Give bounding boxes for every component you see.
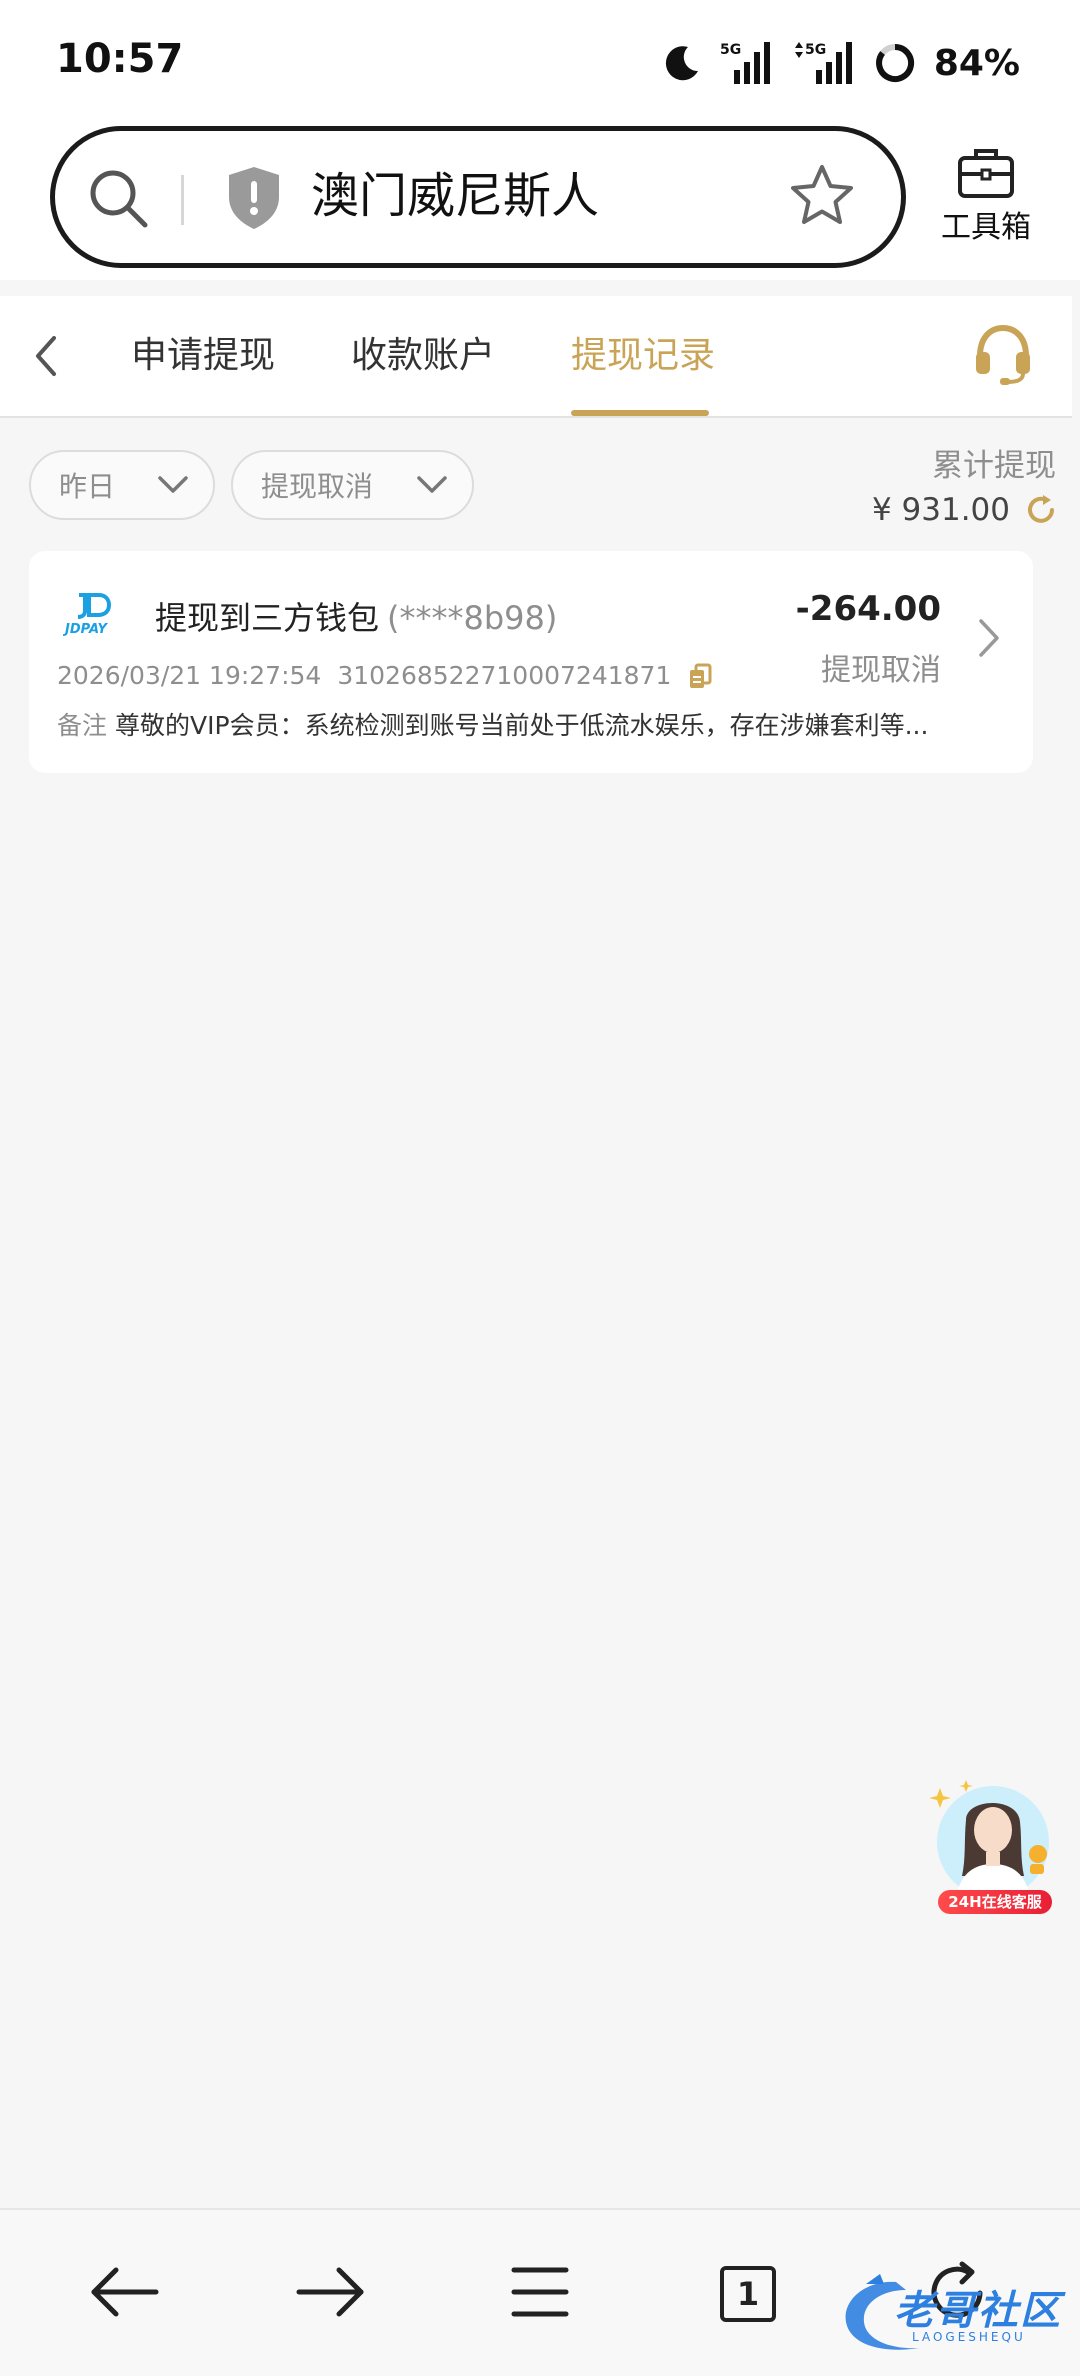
- toolbox-icon: [958, 149, 1014, 198]
- record-amount: -264.00: [795, 589, 941, 629]
- chevron-down-icon: [158, 476, 188, 493]
- bookmark-star-icon[interactable]: [787, 161, 857, 231]
- status-bar: 10:57 5G 5G 84%: [0, 0, 1080, 126]
- moon-icon: [665, 46, 698, 81]
- svg-text:5G: 5G: [720, 42, 741, 58]
- customer-service-avatar: [929, 1780, 1049, 1898]
- record-title-text: 提现到三方钱包: [155, 599, 380, 637]
- watermark: 老哥社区 LAOGESHEQU: [836, 2270, 1060, 2360]
- copy-icon[interactable]: [687, 662, 713, 690]
- tab-bar: 申请提现 收款账户 提现记录: [0, 296, 1072, 418]
- record-note: 备注 尊敬的VIP会员：系统检测到账号当前处于低流水娱乐，存在涉嫌套利等...: [57, 706, 977, 742]
- battery-ring-icon: [875, 43, 914, 82]
- forward-arrow-icon[interactable]: [295, 2260, 367, 2324]
- shield-warning-icon[interactable]: [225, 165, 283, 231]
- record-note-text: 尊敬的VIP会员：系统检测到账号当前处于低流水娱乐，存在涉嫌套利等...: [115, 711, 929, 740]
- tab-withdraw-records[interactable]: 提现记录: [571, 326, 715, 378]
- browser-bar: 澳门威尼斯人 工具箱: [0, 126, 1080, 280]
- jdpay-logo: JDPAY: [63, 593, 112, 637]
- total-withdraw-row: ¥ 931.00: [872, 490, 1058, 530]
- search-icon[interactable]: [85, 165, 151, 231]
- watermark-text: 老哥社区: [894, 2288, 1062, 2334]
- record-account: (****8b98): [387, 599, 558, 637]
- record-note-label: 备注: [57, 711, 108, 740]
- watermark-subtext: LAOGESHEQU: [912, 2330, 1026, 2344]
- chevron-right-icon[interactable]: [975, 615, 1003, 661]
- address-bar[interactable]: 澳门威尼斯人: [50, 126, 906, 268]
- status-time: 10:57: [56, 36, 184, 82]
- back-chevron-icon[interactable]: [28, 328, 64, 384]
- refresh-icon[interactable]: [1024, 493, 1058, 527]
- svg-text:JDPAY: JDPAY: [63, 622, 109, 637]
- withdraw-record-card[interactable]: JDPAY 提现到三方钱包 (****8b98) -264.00 提现取消 202…: [29, 551, 1033, 773]
- toolbox-button[interactable]: 工具箱: [936, 146, 1036, 246]
- total-withdraw-amount: ¥ 931.00: [871, 492, 1010, 528]
- svg-text:5G: 5G: [805, 42, 826, 58]
- total-withdraw-label: 累计提现: [932, 448, 1056, 484]
- record-status: 提现取消: [821, 653, 941, 688]
- address-text[interactable]: 澳门威尼斯人: [311, 165, 599, 227]
- tabs-count-button[interactable]: 1: [720, 2266, 776, 2322]
- record-datetime: 2026/03/21 19:27:54: [57, 661, 322, 690]
- tab-apply-withdraw[interactable]: 申请提现: [131, 326, 275, 378]
- date-filter-value: 昨日: [59, 470, 116, 503]
- signal-5g-2-icon: 5G: [794, 42, 852, 84]
- back-arrow-icon[interactable]: [88, 2260, 160, 2324]
- status-filter-value: 提现取消: [261, 470, 374, 503]
- headset-icon[interactable]: [970, 320, 1036, 386]
- tab-payment-account[interactable]: 收款账户: [351, 326, 495, 378]
- status-icons: 5G 5G 84%: [662, 38, 1020, 88]
- chevron-down-icon: [417, 476, 447, 493]
- battery-level: 84%: [933, 42, 1020, 84]
- record-order-number: 310268522710007241871: [337, 661, 672, 690]
- record-title: 提现到三方钱包 (****8b98): [155, 593, 557, 639]
- signal-5g-icon: 5G: [720, 42, 770, 84]
- toolbox-label: 工具箱: [941, 210, 1031, 245]
- customer-service-label: 24H在线客服: [938, 1890, 1052, 1914]
- status-filter-dropdown[interactable]: 提现取消: [231, 450, 474, 520]
- active-tab-indicator: [571, 410, 709, 416]
- menu-icon[interactable]: [510, 2260, 570, 2324]
- record-meta: 2026/03/21 19:27:54 31026852271000724187…: [57, 661, 713, 690]
- address-divider: [181, 175, 184, 225]
- date-filter-dropdown[interactable]: 昨日: [29, 450, 215, 520]
- floating-customer-service-button[interactable]: 24H在线客服: [926, 1776, 1060, 1918]
